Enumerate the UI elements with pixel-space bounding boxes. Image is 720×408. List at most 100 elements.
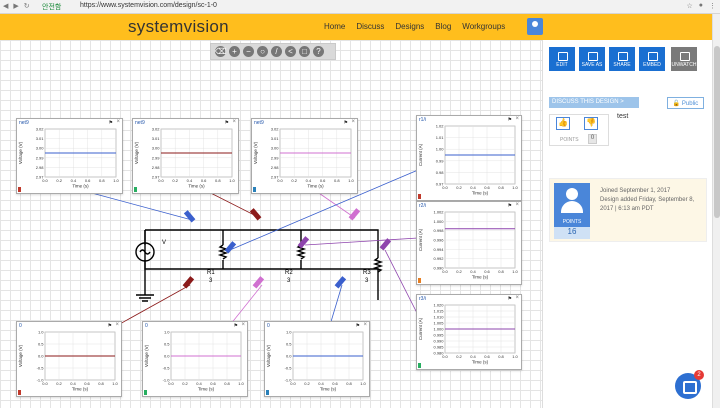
author-points: 16 xyxy=(554,227,590,239)
y-tick-label: 0.97 xyxy=(436,182,445,187)
y-tick-label: 3.01 xyxy=(271,136,280,141)
x-tick-label: 0.6 xyxy=(320,178,326,183)
x-axis-label: Time (s) xyxy=(307,184,324,189)
y-tick-label: 2.97 xyxy=(152,175,161,180)
scrollbar-thumb[interactable] xyxy=(714,46,720,218)
y-tick-label: 0.0 xyxy=(38,354,44,359)
y-tick-label: 1.020 xyxy=(433,303,444,308)
y-tick-label: 3.00 xyxy=(271,146,280,151)
x-tick-label: 0.8 xyxy=(215,178,221,183)
y-tick-label: 3.00 xyxy=(152,146,161,151)
x-tick-label: 0.4 xyxy=(470,185,476,190)
x-tick-label: 0.8 xyxy=(334,178,340,183)
nav-workgroups[interactable]: Workgroups xyxy=(462,22,505,31)
y-axis-label: Voltage (V) xyxy=(18,141,23,164)
nav-designs[interactable]: Designs xyxy=(395,22,424,31)
y-axis-label: Current (A) xyxy=(418,143,423,166)
y-tick-label: 0.995 xyxy=(433,333,444,338)
y-tick-label: 1.015 xyxy=(433,309,444,314)
x-tick-label: 1.0 xyxy=(512,269,518,274)
probe-color-icon xyxy=(418,363,421,368)
extension-icon[interactable]: ● xyxy=(699,2,703,10)
waveform-window[interactable]: r1/i ⚑ × 0.0 0.2 0.4 0.6 0.8 1.0 1.02 1.01 1.00 0.99… xyxy=(416,115,522,201)
main-nav: Home Discuss Designs Blog Workgroups xyxy=(324,22,505,31)
site-logo[interactable]: systemvision xyxy=(128,17,229,37)
menu-icon[interactable]: ⋮ xyxy=(709,2,716,10)
waveform-window[interactable]: r2/i ⚑ × 0.0 0.2 0.4 0.6 0.8 1.0 1.002 1.000 0.998 0… xyxy=(416,201,522,285)
y-tick-label: 3.01 xyxy=(152,136,161,141)
x-tick-label: 0.4 xyxy=(318,381,324,386)
discuss-button[interactable]: DISCUSS THIS DESIGN > xyxy=(549,97,639,108)
page-scrollbar[interactable] xyxy=(712,14,720,408)
nav-blog[interactable]: Blog xyxy=(435,22,451,31)
x-axis-label: Time (s) xyxy=(72,387,89,392)
thumbs-up-icon[interactable]: 👍 xyxy=(556,117,570,130)
r3-name: R3 xyxy=(363,270,371,276)
x-tick-label: 0.2 xyxy=(456,269,462,274)
nav-discuss[interactable]: Discuss xyxy=(356,22,384,31)
y-tick-label: 1.00 xyxy=(436,147,445,152)
x-tick-label: 0.2 xyxy=(172,178,178,183)
x-tick-label: 1.0 xyxy=(229,178,235,183)
browser-bar: ◀ ▶ ↻ 안전함 https://www.systemvision.com/d… xyxy=(0,0,720,14)
probe-color-icon xyxy=(18,390,21,395)
nav-home[interactable]: Home xyxy=(324,22,345,31)
y-tick-label: 0.5 xyxy=(164,342,170,347)
x-tick-label: 0.8 xyxy=(346,381,352,386)
waveform-window[interactable]: net9 ⚑ × 0.0 0.2 0.4 0.6 0.8 1.0 3.02 3.01 3.00 2.99… xyxy=(251,118,358,194)
secure-label: 안전함 xyxy=(42,4,62,11)
points-value: 0 xyxy=(588,134,597,144)
back-icon[interactable]: ◀ xyxy=(3,2,8,10)
y-tick-label: -1.0 xyxy=(285,378,293,383)
y-tick-label: 1.002 xyxy=(433,210,444,215)
embed-button[interactable]: EMBED xyxy=(639,47,665,71)
probe-color-icon xyxy=(418,278,421,283)
reload-icon[interactable]: ↻ xyxy=(24,2,30,10)
waveform-window[interactable]: 0 ⚑ × 0.0 0.2 0.4 0.6 0.8 1.0 1.0 0.5 0.0 -0.5 -1.0 Ti… xyxy=(264,321,370,397)
r1-value: 3 xyxy=(209,278,213,284)
joined-date: Joined September 1, 2017 xyxy=(600,188,671,194)
public-toggle[interactable]: 🔓 Public xyxy=(667,97,704,109)
vote-box: 👍 👎 POINTS 0 xyxy=(549,114,609,146)
share-button[interactable]: SHARE xyxy=(609,47,635,71)
y-tick-label: 3.02 xyxy=(36,127,45,132)
waveform-window[interactable]: r3/i ⚑ × 0.0 0.2 0.4 0.6 0.8 1.0 1.020 1.015 1.010 1… xyxy=(416,294,522,370)
x-tick-label: 0.2 xyxy=(56,178,62,183)
y-tick-label: 3.00 xyxy=(36,146,45,151)
user-avatar-icon[interactable] xyxy=(527,18,543,35)
probe-color-icon xyxy=(18,187,21,192)
forward-icon[interactable]: ▶ xyxy=(13,2,18,10)
waveform-window[interactable]: 0 ⚑ × 0.0 0.2 0.4 0.6 0.8 1.0 1.0 0.5 0.0 -0.5 -1.0 Ti… xyxy=(16,321,122,397)
y-tick-label: -1.0 xyxy=(37,378,45,383)
waveform-window[interactable]: net9 ⚑ × 0.0 0.2 0.4 0.6 0.8 1.0 3.02 3.01 3.00 2.99… xyxy=(132,118,239,194)
design-canvas[interactable]: ⌫ + − ○ / < □ ? V R1 3 R2 3 R3 3 net9 ⚑ … xyxy=(0,40,542,408)
waveform-window[interactable]: 0 ⚑ × 0.0 0.2 0.4 0.6 0.8 1.0 1.0 0.5 0.0 -0.5 -1.0 Ti… xyxy=(142,321,248,397)
author-card: POINTS 16 Joined September 1, 2017 Desig… xyxy=(549,178,707,242)
x-tick-label: 0.2 xyxy=(56,381,62,386)
x-tick-label: 0.4 xyxy=(470,354,476,359)
x-tick-label: 0.4 xyxy=(70,381,76,386)
r2-name: R2 xyxy=(285,270,293,276)
y-tick-label: 0.998 xyxy=(433,228,444,233)
browser-tools: ☆ ● ⋮ xyxy=(686,2,716,10)
star-icon[interactable]: ☆ xyxy=(686,2,692,10)
author-avatar[interactable]: POINTS xyxy=(554,183,590,227)
y-tick-label: 2.99 xyxy=(152,155,161,160)
waveform-window[interactable]: net9 ⚑ × 0.0 0.2 0.4 0.6 0.8 1.0 3.02 3.01 3.00 2.99… xyxy=(16,118,123,194)
y-tick-label: 0.99 xyxy=(436,158,445,163)
address-bar[interactable]: https://www.systemvision.com/design/sc-1… xyxy=(80,2,217,9)
unwatch-button[interactable]: UNWATCH xyxy=(671,47,697,71)
x-tick-label: 0.8 xyxy=(498,269,504,274)
probe-color-icon xyxy=(253,187,256,192)
x-tick-label: 0.2 xyxy=(456,354,462,359)
thumbs-down-icon[interactable]: 👎 xyxy=(584,117,598,130)
x-axis-label: Time (s) xyxy=(188,184,205,189)
chat-button[interactable]: 2 xyxy=(675,370,704,399)
points-label: POINTS xyxy=(560,137,579,143)
x-tick-label: 0.8 xyxy=(224,381,230,386)
y-tick-label: 2.98 xyxy=(152,165,161,170)
x-tick-label: 0.4 xyxy=(71,178,77,183)
edit-button[interactable]: EDIT xyxy=(549,47,575,71)
x-tick-label: 0.2 xyxy=(304,381,310,386)
save-as-button[interactable]: SAVE AS xyxy=(579,47,605,71)
